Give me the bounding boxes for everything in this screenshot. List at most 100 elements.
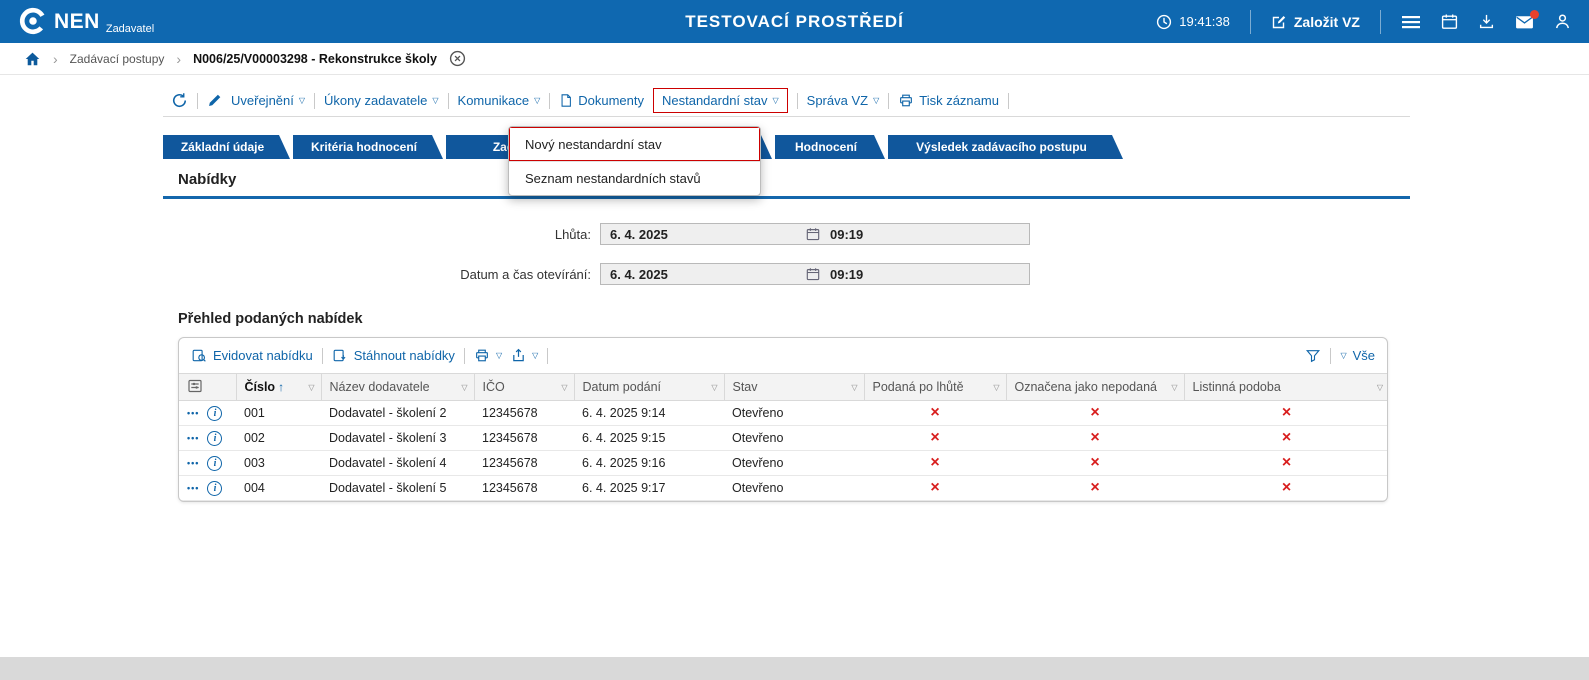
datum-oteviranie-field[interactable]: 6. 4. 2025 09:19 (600, 263, 1030, 285)
create-vz-label: Založit VZ (1293, 13, 1360, 30)
tab-hodnoceni[interactable]: Hodnocení (775, 135, 885, 159)
lhuta-label: Lhůta: (554, 226, 591, 242)
calendar-icon[interactable] (1441, 13, 1458, 30)
breadcrumb-zadavaci-postupy[interactable]: Zadávací postupy (70, 52, 165, 66)
toolbar-komunikace[interactable]: Komunikace ▽ (458, 93, 541, 108)
toolbar-divider (1007, 92, 1009, 109)
nen-logo-icon (19, 7, 47, 34)
stahnout-nabidky-button[interactable]: Stáhnout nabídky (332, 348, 455, 363)
home-icon[interactable] (24, 51, 41, 67)
column-header-listinna-podoba[interactable]: Listinná podoba ▽ (1184, 374, 1387, 401)
user-icon[interactable] (1554, 13, 1571, 30)
tab-kriteria-hodnoceni[interactable]: Kritéria hodnocení (293, 135, 443, 159)
oteviranie-time-value: 09:19 (830, 266, 864, 282)
close-record-icon[interactable] (449, 50, 466, 67)
download-bids-icon (333, 349, 346, 362)
calendar-icon[interactable] (806, 227, 820, 241)
filter-caret-icon[interactable]: ▽ (561, 383, 567, 392)
column-header-oznacena-jako-nepodana[interactable]: Označena jako nepodaná ▽ (1006, 373, 1185, 401)
cross-icon: × (1184, 450, 1387, 476)
filter-caret-icon[interactable]: ▽ (1171, 383, 1177, 392)
filter-caret-icon[interactable]: ▽ (711, 383, 717, 392)
column-header-nazev-dodavatele[interactable]: Název dodavatele ▽ (321, 373, 475, 401)
info-icon[interactable]: i (207, 430, 223, 446)
tab-vysledek-zadavaciho-postupu[interactable]: Výsledek zadávacího postupu (888, 135, 1123, 159)
toolbar-dokumenty[interactable]: Dokumenty (559, 93, 644, 108)
sort-asc-icon: ↑ (278, 380, 285, 394)
topbar-divider (1249, 9, 1251, 34)
mail-icon[interactable] (1515, 9, 1539, 30)
column-header-datum-podani[interactable]: Datum podání ▽ (574, 373, 725, 401)
cell-nazev: Dodavatel - školení 3 (321, 425, 474, 451)
create-vz-button[interactable]: Založit VZ (1271, 14, 1360, 30)
filter-caret-icon[interactable]: ▽ (993, 383, 999, 392)
cross-icon: × (1006, 475, 1184, 501)
record-toolbar: Uveřejnění ▽ Úkony zadavatele ▽ Komunika… (163, 85, 1410, 117)
table-row[interactable]: ••• i 004 Dodavatel - školení 5 12345678 … (179, 475, 1387, 501)
info-icon[interactable]: i (207, 480, 223, 496)
toolbar-ukony-zadavatele[interactable]: Úkony zadavatele ▽ (324, 93, 439, 108)
caret-down-icon: ▽ (532, 351, 539, 360)
printer-icon (476, 349, 488, 362)
table-row[interactable]: ••• i 001 Dodavatel - školení 2 12345678 … (179, 400, 1387, 426)
cross-icon: × (864, 400, 1006, 426)
column-header-ico[interactable]: IČO ▽ (474, 373, 575, 401)
toolbar-sprava-vz[interactable]: Správa VZ ▽ (807, 93, 880, 108)
lhuta-date-value: 6. 4. 2025 (610, 226, 668, 242)
cell-nazev: Dodavatel - školení 5 (321, 475, 474, 501)
clock-time: 19:41:38 (1179, 14, 1230, 29)
column-settings-header[interactable] (179, 373, 237, 401)
column-header-cislo[interactable]: Číslo ↑ ▽ (236, 373, 322, 401)
toolbar-uverejneni[interactable]: Uveřejnění ▽ (231, 93, 305, 108)
cell-ico: 12345678 (474, 425, 574, 451)
page-title: Nabídky (178, 171, 237, 188)
filter-caret-icon[interactable]: ▽ (1377, 383, 1383, 392)
column-header-podana-po-lhute[interactable]: Podaná po lhůtě ▽ (864, 373, 1007, 401)
calendar-icon[interactable] (806, 267, 820, 281)
cell-cislo: 001 (236, 400, 321, 426)
filter-caret-icon[interactable]: ▽ (461, 383, 467, 392)
column-header-stav[interactable]: Stav ▽ (724, 373, 865, 401)
refresh-icon[interactable] (171, 92, 188, 109)
lhuta-field[interactable]: 6. 4. 2025 09:19 (600, 223, 1030, 245)
row-actions-icon[interactable]: ••• (187, 458, 199, 468)
row-actions-icon[interactable]: ••• (187, 433, 199, 443)
download-icon[interactable] (1478, 13, 1495, 30)
table-row[interactable]: ••• i 002 Dodavatel - školení 3 12345678 … (179, 425, 1387, 451)
menu-icon[interactable] (1401, 14, 1421, 30)
toolbar-divider (321, 347, 323, 364)
tab-zakladni-udaje[interactable]: Základní údaje (163, 135, 290, 159)
bids-toolbar-right: ▽ Vše (1305, 347, 1375, 364)
toolbar-divider (447, 92, 449, 109)
info-icon[interactable]: i (207, 405, 223, 421)
toolbar-sprava-label: Správa VZ (806, 93, 869, 108)
table-row[interactable]: ••• i 003 Dodavatel - školení 4 12345678 … (179, 450, 1387, 476)
menu-item-seznam-nestandardnich-stavu[interactable]: Seznam nestandardních stavů (509, 161, 760, 195)
nen-logo[interactable]: NEN Zadavatel (18, 6, 154, 38)
cell-cislo: 003 (236, 450, 321, 476)
info-icon[interactable]: i (207, 455, 223, 471)
filter-icon[interactable] (1305, 348, 1321, 363)
cell-ico: 12345678 (474, 400, 574, 426)
menu-item-novy-nestandardni-stav[interactable]: Nový nestandardní stav (509, 127, 760, 161)
table-header-row: Číslo ↑ ▽ Název dodavatele ▽ IČO ▽ Datum … (179, 373, 1387, 401)
toolbar-tisk-zaznamu[interactable]: Tisk záznamu (898, 93, 999, 108)
column-label: IČO (482, 380, 505, 394)
column-settings-icon (188, 379, 202, 392)
bids-toolbar: Evidovat nabídku Stáhnout nabídky ▽ ▽ ▽ … (179, 338, 1387, 373)
print-table-button[interactable]: ▽ (474, 348, 502, 363)
toolbar-nestandardni-stav[interactable]: Nestandardní stav ▽ (662, 93, 779, 108)
filter-caret-icon[interactable]: ▽ (308, 383, 314, 392)
oteviranie-row: Datum a čas otevírání: 6. 4. 2025 09:19 (163, 263, 1410, 285)
row-actions-icon[interactable]: ••• (187, 483, 199, 493)
nestandardni-stav-menu: Nový nestandardní stav Seznam nestandard… (508, 126, 761, 196)
evidovat-nabidku-button[interactable]: Evidovat nabídku (191, 348, 313, 363)
cross-icon: × (1184, 400, 1387, 426)
edit-icon (1272, 15, 1286, 28)
filter-caret-icon[interactable]: ▽ (851, 383, 857, 392)
cell-ico: 12345678 (474, 450, 574, 476)
export-table-button[interactable]: ▽ (511, 348, 538, 363)
edit-record-icon[interactable] (207, 93, 222, 108)
row-actions-icon[interactable]: ••• (187, 408, 199, 418)
filter-vse-button[interactable]: ▽ Vše (1340, 348, 1375, 363)
